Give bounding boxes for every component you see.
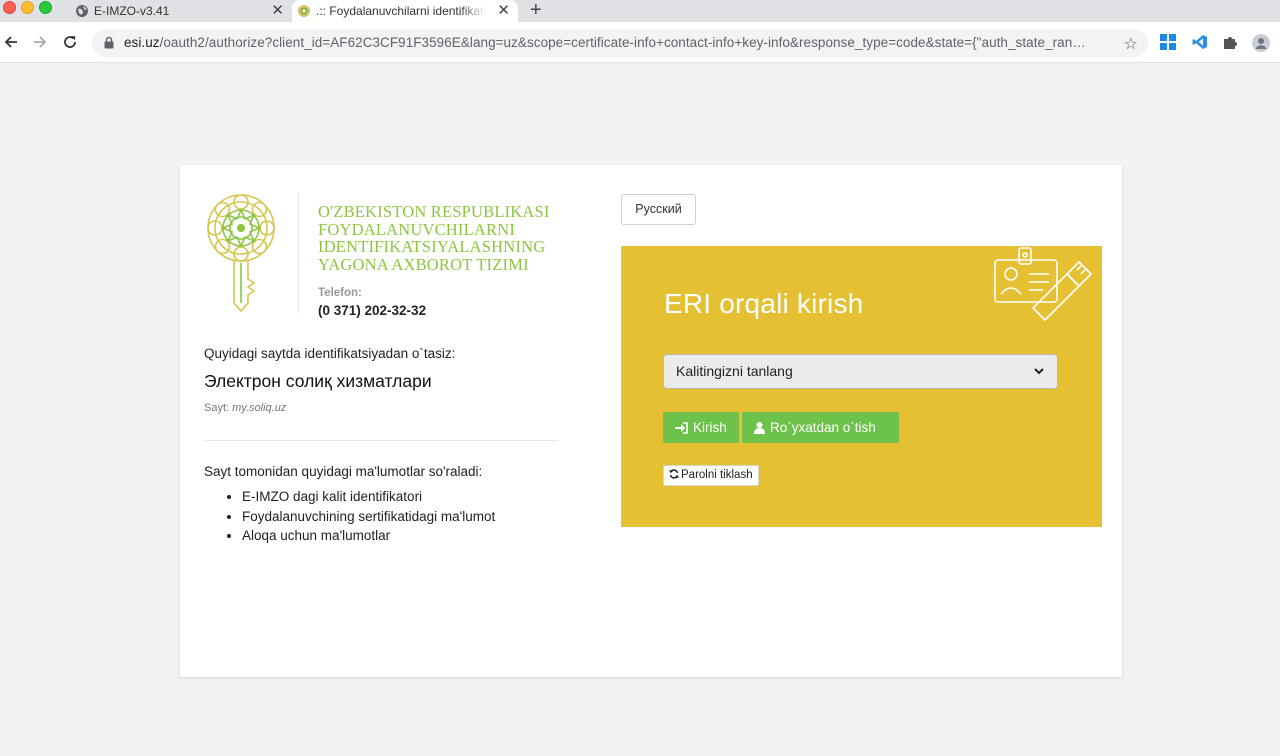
windows-extension-icon[interactable] (1160, 34, 1176, 50)
login-title: ERI orqali kirish (664, 288, 864, 319)
requested-data-list: E-IMZO dagi kalit identifikatori Foydala… (204, 487, 495, 546)
vscode-extension-icon[interactable] (1192, 34, 1208, 50)
register-button[interactable]: Ro`yxatdan o`tish (742, 412, 899, 443)
maximize-window-button[interactable] (39, 1, 52, 14)
puzzle-extensions-icon[interactable] (1222, 34, 1238, 50)
browser-tab-identification[interactable]: .:: Foydalanuvchilarni identifikatsiyala… (292, 0, 518, 22)
globe-icon (76, 5, 88, 17)
address-bar[interactable]: esi.uz/oauth2/authorize?client_id=AF62C3… (92, 29, 1148, 57)
url-host: esi.uz (124, 35, 160, 50)
service-name: Электрон солиқ хизматлари (204, 371, 432, 391)
service-intro-text: Quyidagi saytda identifikatsiyadan o`tas… (204, 346, 456, 361)
header-divider (298, 193, 299, 313)
phone-number: (0 371) 202-32-32 (318, 303, 427, 318)
browser-toolbar: esi.uz/oauth2/authorize?client_id=AF62C3… (0, 22, 1280, 63)
bookmark-star-icon[interactable]: ☆ (1124, 34, 1138, 54)
reset-password-label: Parolni tiklash (681, 469, 753, 481)
new-tab-button[interactable]: + (530, 0, 542, 22)
key-emblem-logo (207, 194, 275, 313)
user-icon (754, 422, 765, 434)
key-select-value: Kalitingizni tanlang (676, 363, 793, 379)
close-tab-icon[interactable]: ✕ (271, 0, 284, 22)
browser-tab-eimzo[interactable]: E-IMZO-v3.41 ✕ (70, 0, 292, 22)
service-site: Sayt: my.soliq.uz (204, 402, 286, 414)
chevron-down-icon (1034, 368, 1044, 375)
profile-avatar-icon[interactable] (1252, 34, 1270, 52)
list-item: Foydalanuvchining sertifikatidagi ma'lum… (242, 507, 495, 527)
phone-label: Telefon: (318, 287, 362, 299)
refresh-icon (669, 469, 679, 479)
login-panel: ERI orqali kirish Kalitingizni tanlang K… (621, 246, 1102, 527)
url-path: /oauth2/authorize?client_id=AF62C3CF91F3… (159, 35, 1086, 50)
section-divider (204, 440, 558, 441)
site-url: my.soliq.uz (232, 402, 287, 414)
lock-icon[interactable] (104, 36, 114, 49)
list-item: E-IMZO dagi kalit identifikatori (242, 487, 495, 507)
language-switch-button[interactable]: Русский (621, 194, 696, 225)
id-card-usb-icon (994, 247, 1092, 321)
reload-icon[interactable] (61, 33, 79, 51)
organization-name: O'ZBEKISTON RESPUBLIKASI FOYDALANUVCHILA… (318, 202, 550, 274)
key-select-dropdown[interactable]: Kalitingizni tanlang (663, 354, 1058, 389)
list-item: Aloqa uchun ma'lumotlar (242, 526, 495, 546)
sign-in-icon (675, 422, 688, 434)
tab-title: E-IMZO-v3.41 (94, 4, 170, 18)
requested-data-title: Sayt tomonidan quyidagi ma'lumotlar so'r… (204, 464, 483, 479)
reset-password-button[interactable]: Parolni tiklash (663, 465, 759, 486)
auth-card: O'ZBEKISTON RESPUBLIKASI FOYDALANUVCHILA… (180, 165, 1122, 677)
login-button[interactable]: Kirish (663, 412, 739, 443)
site-label: Sayt: (204, 402, 230, 414)
back-arrow-icon[interactable] (2, 33, 20, 51)
browser-tab-bar: E-IMZO-v3.41 ✕ .:: Foydalanuvchilarni id… (0, 0, 1280, 22)
close-tab-icon[interactable]: ✕ (497, 0, 510, 22)
close-window-button[interactable] (3, 1, 16, 14)
minimize-window-button[interactable] (21, 1, 34, 14)
emblem-icon (298, 5, 310, 17)
forward-arrow-icon[interactable] (31, 33, 49, 51)
url-text: esi.uz/oauth2/authorize?client_id=AF62C3… (124, 29, 1114, 57)
login-button-label: Kirish (693, 420, 727, 435)
register-button-label: Ro`yxatdan o`tish (770, 420, 876, 435)
tab-title: .:: Foydalanuvchilarni identifikatsiyala… (316, 4, 486, 18)
